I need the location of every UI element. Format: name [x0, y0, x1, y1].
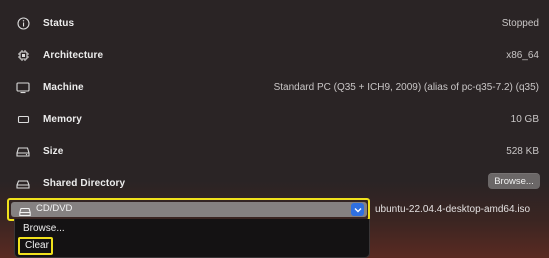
machine-value: Standard PC (Q35 + ICH9, 2009) (alias of…: [273, 81, 539, 93]
chevron-down-icon[interactable]: [351, 203, 364, 216]
architecture-label: Architecture: [43, 49, 104, 61]
memory-value: 10 GB: [510, 113, 539, 125]
vm-info-panel: Status Stopped Architecture x86_64 Machi…: [0, 0, 549, 258]
info-circle-icon: [15, 15, 31, 31]
size-value: 528 KB: [506, 145, 539, 157]
status-value: Stopped: [501, 17, 539, 29]
status-label: Status: [43, 17, 75, 29]
memory-label: Memory: [43, 113, 82, 125]
cd-dvd-label: CD/DVD: [36, 203, 73, 214]
size-label: Size: [43, 145, 64, 157]
cd-dvd-menu: Browse...: [14, 219, 370, 258]
machine-label: Machine: [43, 81, 84, 93]
menu-item-browse[interactable]: Browse...: [23, 223, 65, 234]
row-machine: Machine Standard PC (Q35 + ICH9, 2009) (…: [0, 71, 549, 103]
row-status: Status Stopped: [0, 7, 549, 39]
row-shared-directory: Shared Directory Browse...: [0, 167, 549, 199]
shared-directory-label: Shared Directory: [43, 177, 126, 189]
shared-directory-browse-button[interactable]: Browse...: [488, 173, 540, 189]
row-memory: Memory 10 GB: [0, 103, 549, 135]
cd-dvd-select[interactable]: CD/DVD: [11, 202, 367, 217]
architecture-value: x86_64: [506, 49, 539, 61]
row-architecture: Architecture x86_64: [0, 39, 549, 71]
cpu-icon: [15, 47, 31, 63]
cd-dvd-iso-value: ubuntu-22.04.4-desktop-amd64.iso: [375, 204, 531, 215]
folder-drive-icon: [15, 175, 31, 191]
display-icon: [15, 79, 31, 95]
menu-item-clear[interactable]: Clear: [25, 240, 49, 251]
row-size: Size 528 KB: [0, 135, 549, 167]
memory-icon: [15, 111, 31, 127]
disk-icon: [15, 143, 31, 159]
